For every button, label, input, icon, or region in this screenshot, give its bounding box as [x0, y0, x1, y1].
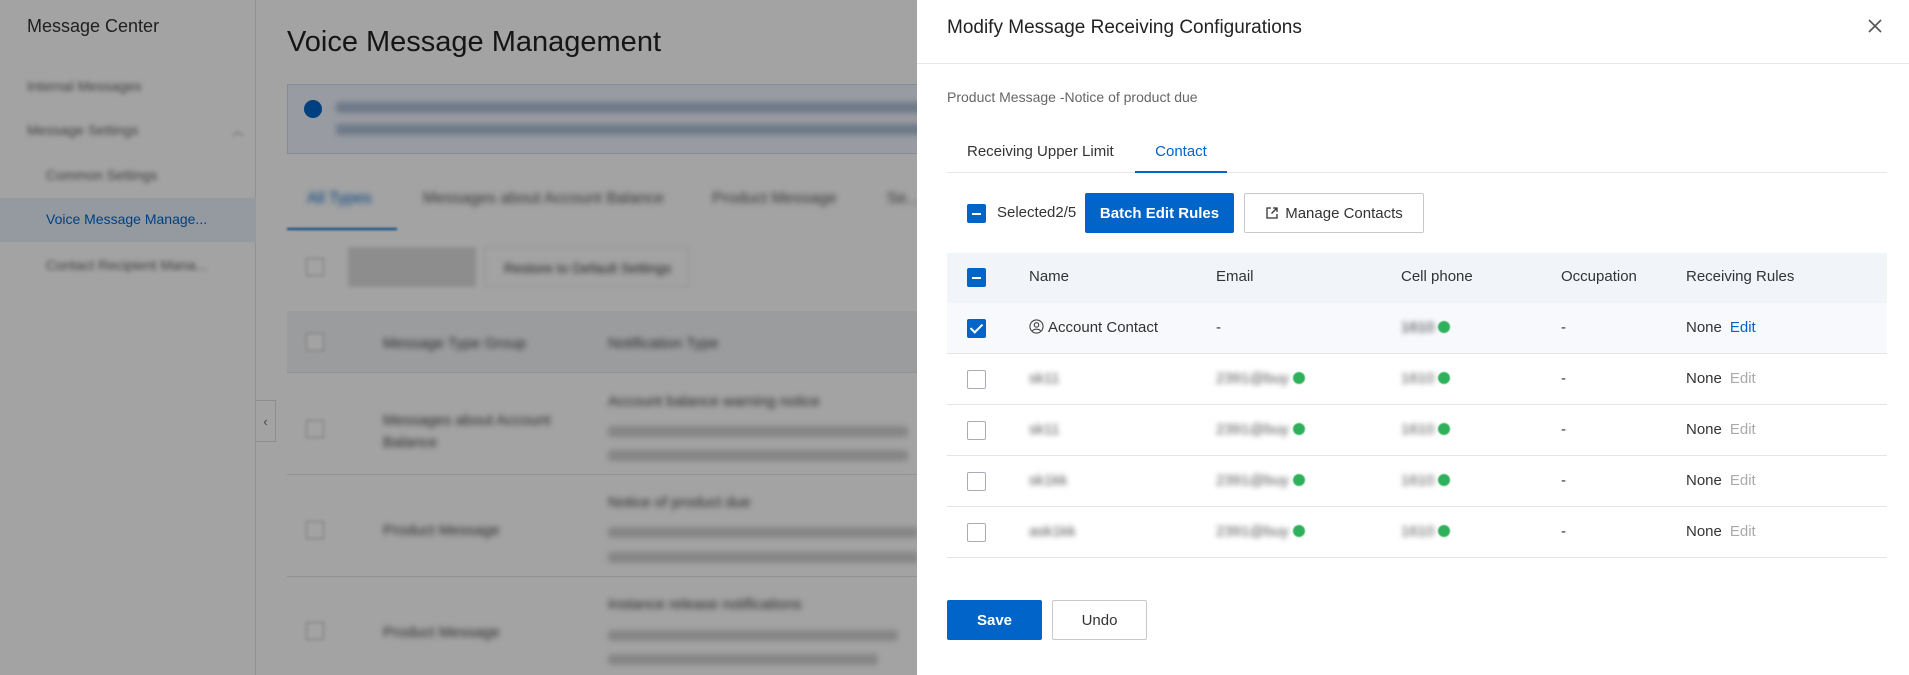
undo-button[interactable]: Undo [1052, 600, 1147, 640]
batch-edit-rules-button[interactable]: Batch Edit Rules [1085, 193, 1234, 233]
row-checkbox[interactable] [967, 421, 986, 440]
verified-status-icon [1292, 525, 1305, 537]
contact-occupation: - [1561, 319, 1566, 336]
rule-value: None [1686, 319, 1722, 336]
contact-phone-text: 1610 [1401, 370, 1435, 387]
contact-name: sk11 [1029, 370, 1060, 387]
edit-rule-link[interactable]: Edit [1730, 319, 1756, 336]
edit-rule-link[interactable]: Edit [1730, 370, 1756, 387]
table-row[interactable]: Account Contact - 1610 - None Edit [947, 303, 1887, 354]
contact-phone-text: 1610 [1401, 472, 1435, 489]
modify-config-drawer: Modify Message Receiving Configurations … [917, 0, 1909, 675]
drawer-header: Modify Message Receiving Configurations [917, 0, 1909, 64]
contact-phone: 1610 [1401, 523, 1451, 540]
contact-rule: None Edit [1686, 319, 1756, 336]
batch-edit-rules-label: Batch Edit Rules [1099, 204, 1220, 222]
toolbar-select-checkbox[interactable] [967, 204, 986, 223]
contact-rule: None Edit [1686, 421, 1756, 438]
contact-phone: 1610 [1401, 421, 1451, 438]
contact-email: 2391@buy [1216, 421, 1305, 438]
contact-name-text: Account Contact [1048, 319, 1159, 336]
column-header-cell-phone: Cell phone [1401, 268, 1473, 285]
rule-value: None [1686, 370, 1722, 387]
contact-phone-text: 1610 [1401, 523, 1435, 540]
rule-value: None [1686, 523, 1722, 540]
contact-email: - [1216, 319, 1221, 336]
column-header-occupation: Occupation [1561, 268, 1637, 285]
verified-status-icon [1292, 372, 1305, 384]
contact-name: sk1kk [1029, 472, 1068, 489]
tab-receiving-upper-limit[interactable]: Receiving Upper Limit [967, 136, 1114, 173]
save-button[interactable]: Save [947, 600, 1042, 640]
row-checkbox[interactable] [967, 319, 986, 338]
contact-email-text: 2391@buy [1216, 523, 1289, 540]
contact-occupation: - [1561, 421, 1566, 438]
column-header-name: Name [1029, 268, 1070, 285]
contact-phone-text: 1610 [1401, 421, 1435, 438]
table-row[interactable]: sk1kk 2391@buy 1610 - None Edit [947, 456, 1887, 507]
row-checkbox[interactable] [967, 370, 986, 389]
manage-contacts-button[interactable]: Manage Contacts [1244, 193, 1424, 233]
column-header-email: Email [1216, 268, 1254, 285]
selected-count: Selected2/5 [997, 204, 1077, 221]
verified-status-icon [1438, 321, 1451, 333]
table-row[interactable]: ask1kk 2391@buy 1610 - None Edit [947, 507, 1887, 558]
manage-contacts-label: Manage Contacts [1285, 204, 1403, 222]
contact-email-text: 2391@buy [1216, 421, 1289, 438]
contact-name: ask1kk [1029, 523, 1076, 540]
user-circle-icon [1029, 319, 1044, 334]
verified-status-icon [1438, 423, 1451, 435]
rule-value: None [1686, 421, 1722, 438]
verified-status-icon [1292, 474, 1305, 486]
contact-occupation: - [1561, 472, 1566, 489]
contact-name: sk11 [1029, 421, 1060, 438]
row-checkbox[interactable] [967, 523, 986, 542]
edit-rule-link[interactable]: Edit [1730, 421, 1756, 438]
undo-label: Undo [1081, 611, 1118, 629]
contact-phone: 1610 [1401, 472, 1451, 489]
table-header-row: Name Email Cell phone Occupation Receivi… [947, 253, 1887, 303]
contact-email-text: 2391@buy [1216, 472, 1289, 489]
contact-name: Account Contact [1029, 319, 1158, 336]
table-row[interactable]: sk11 2391@buy 1610 - None Edit [947, 405, 1887, 456]
contact-email: 2391@buy [1216, 472, 1305, 489]
drawer-tabs: Receiving Upper Limit Contact [947, 136, 1887, 173]
contact-phone-text: 1610 [1401, 319, 1435, 336]
verified-status-icon [1292, 423, 1305, 435]
contact-occupation: - [1561, 370, 1566, 387]
rule-value: None [1686, 472, 1722, 489]
verified-status-icon [1438, 474, 1451, 486]
contact-rule: None Edit [1686, 523, 1756, 540]
table-select-all-checkbox[interactable] [967, 268, 986, 287]
drawer-title: Modify Message Receiving Configurations [947, 17, 1302, 38]
contact-rule: None Edit [1686, 472, 1756, 489]
contact-email-text: 2391@buy [1216, 370, 1289, 387]
drawer-subtitle: Product Message -Notice of product due [947, 89, 1198, 105]
edit-rule-link[interactable]: Edit [1730, 472, 1756, 489]
verified-status-icon [1438, 372, 1451, 384]
edit-rule-link[interactable]: Edit [1730, 523, 1756, 540]
contact-rule: None Edit [1686, 370, 1756, 387]
table-row[interactable]: sk11 2391@buy 1610 - None Edit [947, 354, 1887, 405]
contact-occupation: - [1561, 523, 1566, 540]
contact-phone: 1610 [1401, 370, 1451, 387]
contact-email: 2391@buy [1216, 523, 1305, 540]
close-icon[interactable] [1867, 18, 1883, 34]
verified-status-icon [1438, 525, 1451, 537]
column-header-receiving-rules: Receiving Rules [1686, 268, 1795, 285]
external-link-icon [1266, 207, 1278, 219]
row-checkbox[interactable] [967, 472, 986, 491]
contact-phone: 1610 [1401, 319, 1451, 336]
save-label: Save [976, 611, 1013, 629]
tab-contact[interactable]: Contact [1135, 136, 1227, 173]
contact-email: 2391@buy [1216, 370, 1305, 387]
